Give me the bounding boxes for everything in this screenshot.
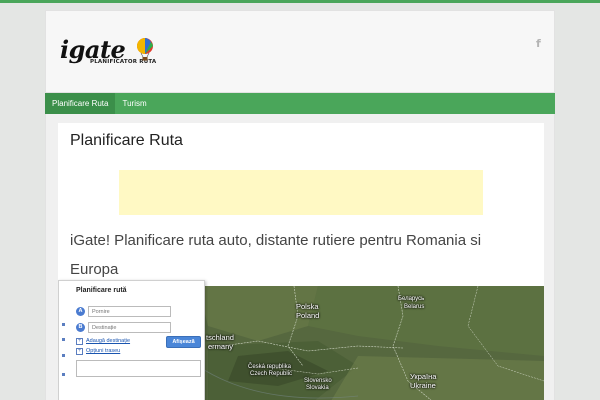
site-header: igate PLANIFICATOR RUTA f [45, 10, 555, 93]
map-label-ukraine-local: Україна [410, 372, 437, 381]
side-marker-icon [62, 323, 65, 326]
side-marker-icon [62, 373, 65, 376]
destination-input[interactable] [88, 322, 171, 333]
nav-item-turism[interactable]: Turism [115, 93, 153, 114]
route-result-box[interactable] [76, 360, 201, 377]
route-options-icon[interactable]: + [76, 348, 83, 355]
side-marker-icon [62, 354, 65, 357]
planner-title: Planificare rută [76, 287, 127, 294]
map-label-polska: Polska [296, 302, 319, 311]
map-label-ukraine: Ukraine [410, 381, 436, 390]
facebook-icon[interactable]: f [536, 37, 541, 50]
ad-placeholder[interactable] [119, 170, 483, 215]
page-title: Planificare Ruta [70, 132, 183, 149]
nav-item-planificare-ruta[interactable]: Planificare Ruta [45, 93, 116, 114]
lead-paragraph: iGate! Planificare ruta auto, distante r… [70, 232, 482, 278]
map-label-belarus: Belarus [404, 304, 425, 310]
map-label-czech: Czech Republic [250, 371, 293, 377]
article-card: Planificare Ruta iGate! Planificare ruta… [58, 123, 544, 400]
route-planner-panel: Planificare rută A B + Adaugă destinație… [58, 280, 205, 400]
main-nav: Planificare Ruta Turism [45, 93, 555, 114]
map-label-czech-local: Česká republika [248, 364, 292, 370]
add-destination-link[interactable]: Adaugă destinație [86, 338, 130, 344]
waypoint-b-marker: B [76, 323, 85, 332]
map-label-deutschland: tschland [206, 333, 234, 342]
map-label-belarus-local: Беларусь [398, 296, 425, 302]
hot-air-balloon-icon [137, 38, 153, 61]
top-accent-strip [0, 0, 600, 3]
side-marker-icon [62, 338, 65, 341]
map-label-slovakia: Slovakia [306, 385, 329, 391]
map-label-germany: ermany [208, 342, 234, 351]
show-route-button[interactable]: Afișează [166, 336, 201, 348]
map-label-poland: Poland [296, 311, 320, 320]
start-input[interactable] [88, 306, 171, 317]
route-options-link[interactable]: Opțiuni traseu [86, 348, 120, 354]
waypoint-a-marker: A [76, 307, 85, 316]
add-destination-icon[interactable]: + [76, 338, 83, 345]
content-area: Planificare Ruta iGate! Planificare ruta… [45, 114, 555, 400]
map-label-slovakia-local: Slovensko [304, 378, 332, 384]
